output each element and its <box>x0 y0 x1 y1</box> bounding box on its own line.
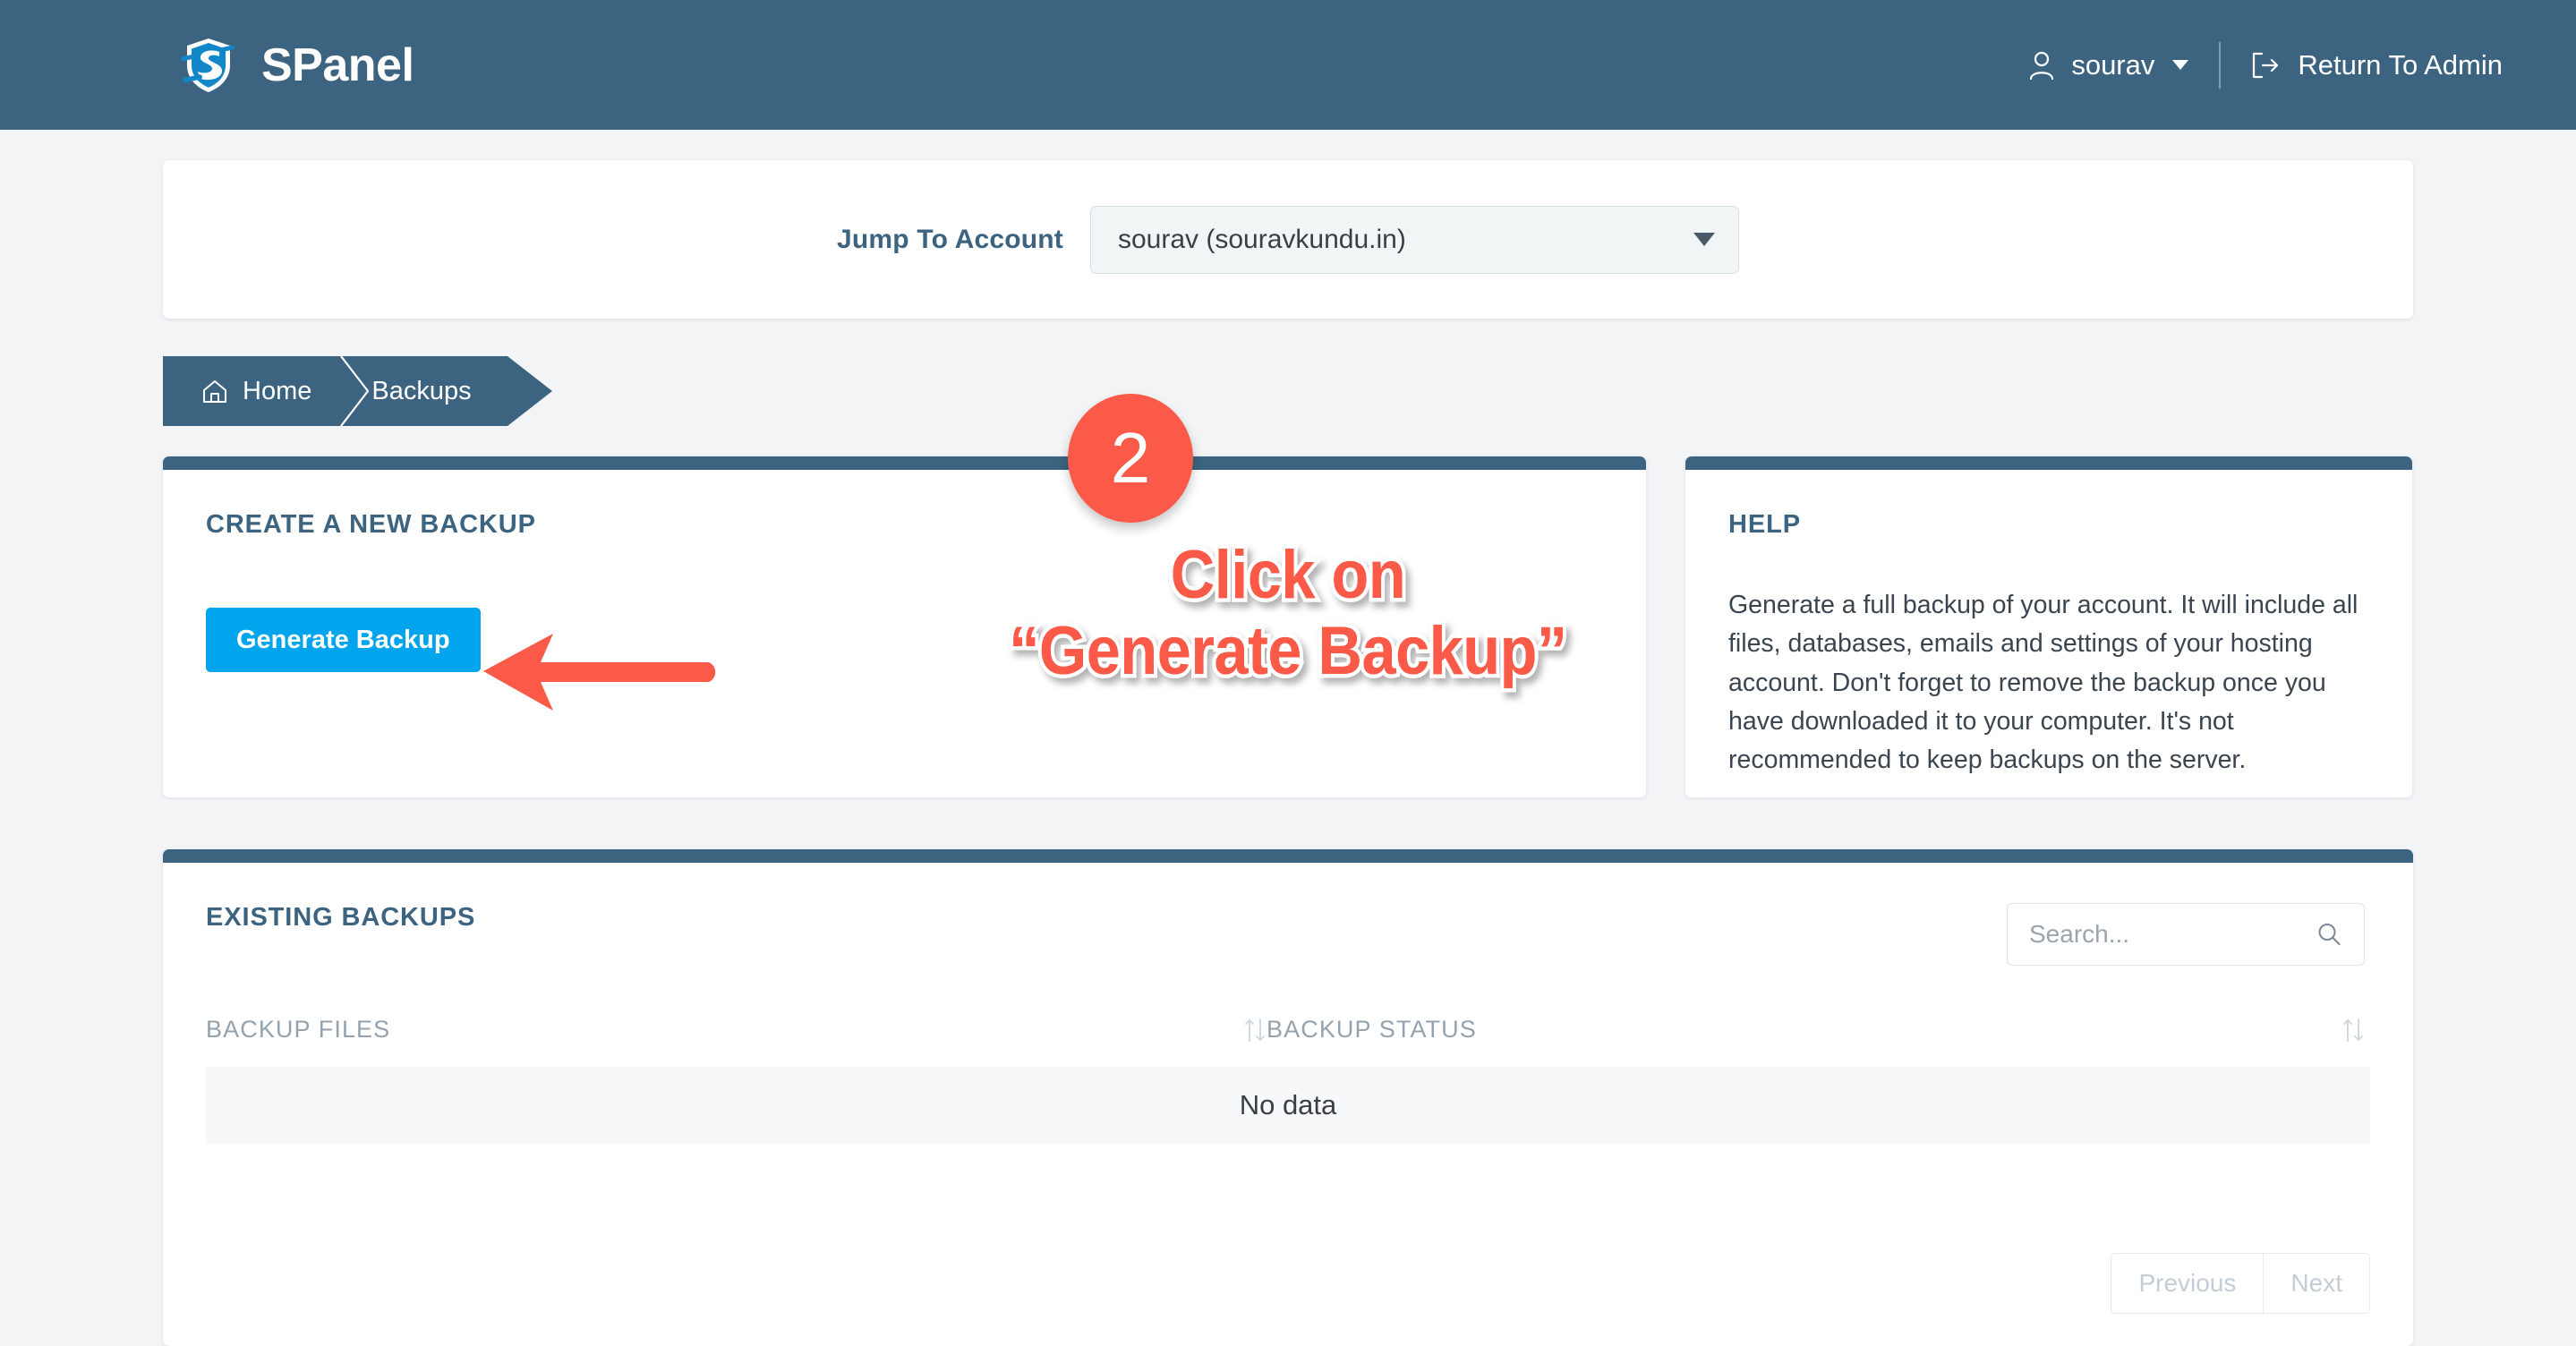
next-page-button[interactable]: Next <box>2264 1253 2370 1314</box>
return-to-admin-button[interactable]: Return To Admin <box>2221 49 2503 81</box>
pagination: Previous Next <box>2111 1253 2370 1314</box>
column-backup-status[interactable]: BACKUP STATUS <box>1267 1016 2365 1044</box>
header-right-group: sourav Return To Admin <box>2028 41 2503 89</box>
jump-to-account-select[interactable]: sourav (souravkundu.in) <box>1090 205 1739 274</box>
jump-to-account-selected-value: sourav (souravkundu.in) <box>1118 224 1406 254</box>
top-header-bar: SPanel sourav Return To Admin <box>0 0 2576 130</box>
create-backup-panel: CREATE A NEW BACKUP Generate Backup <box>163 456 1646 797</box>
search-box[interactable] <box>2007 903 2365 966</box>
brand[interactable]: SPanel <box>179 36 414 95</box>
spanel-shield-logo-icon <box>179 36 238 95</box>
person-icon <box>2028 51 2055 80</box>
column-backup-status-label: BACKUP STATUS <box>1267 1016 1477 1043</box>
jump-to-account-label: Jump To Account <box>837 224 1063 254</box>
previous-page-button[interactable]: Previous <box>2111 1253 2265 1314</box>
help-panel-title: HELP <box>1728 510 1801 539</box>
exit-arrow-icon <box>2251 52 2280 79</box>
existing-backups-panel: EXISTING BACKUPS BACKUP FILES <box>163 849 2413 1346</box>
column-backup-files[interactable]: BACKUP FILES <box>206 1016 1267 1044</box>
user-name-label: sourav <box>2071 48 2155 81</box>
home-icon <box>202 379 227 404</box>
sort-updown-icon[interactable] <box>1243 1017 1267 1044</box>
chevron-down-icon <box>1693 233 1715 246</box>
existing-backups-title: EXISTING BACKUPS <box>206 903 476 932</box>
search-icon[interactable] <box>2316 921 2342 948</box>
generate-backup-button[interactable]: Generate Backup <box>206 608 481 672</box>
user-menu-button[interactable]: sourav <box>2028 49 2219 81</box>
caret-down-icon <box>2172 60 2189 70</box>
backups-table-header: BACKUP FILES BACKUP STATUS <box>163 1016 2413 1044</box>
breadcrumb-current-label: Backups <box>371 376 472 405</box>
help-panel: HELP Generate a full backup of your acco… <box>1685 456 2412 797</box>
page-container: Jump To Account sourav (souravkundu.in) … <box>0 160 2576 1346</box>
panel-row: CREATE A NEW BACKUP Generate Backup HELP… <box>163 456 2413 797</box>
sort-updown-icon[interactable] <box>2341 1017 2365 1044</box>
existing-backups-header: EXISTING BACKUPS <box>163 863 2413 966</box>
breadcrumb-item-home[interactable]: Home <box>163 356 311 426</box>
brand-name: SPanel <box>261 38 414 91</box>
return-to-admin-label: Return To Admin <box>2298 48 2503 81</box>
help-panel-body: Generate a full backup of your account. … <box>1728 591 2358 775</box>
breadcrumb-home-label: Home <box>243 376 312 405</box>
breadcrumb-item-backups[interactable]: Backups <box>311 356 471 426</box>
search-input[interactable] <box>2027 919 2296 950</box>
create-backup-panel-title: CREATE A NEW BACKUP <box>206 510 536 539</box>
column-backup-files-label: BACKUP FILES <box>206 1016 391 1043</box>
breadcrumb: Home Backups <box>163 356 552 426</box>
table-empty-row: No data <box>206 1067 2370 1144</box>
jump-to-account-card: Jump To Account sourav (souravkundu.in) <box>163 160 2413 319</box>
